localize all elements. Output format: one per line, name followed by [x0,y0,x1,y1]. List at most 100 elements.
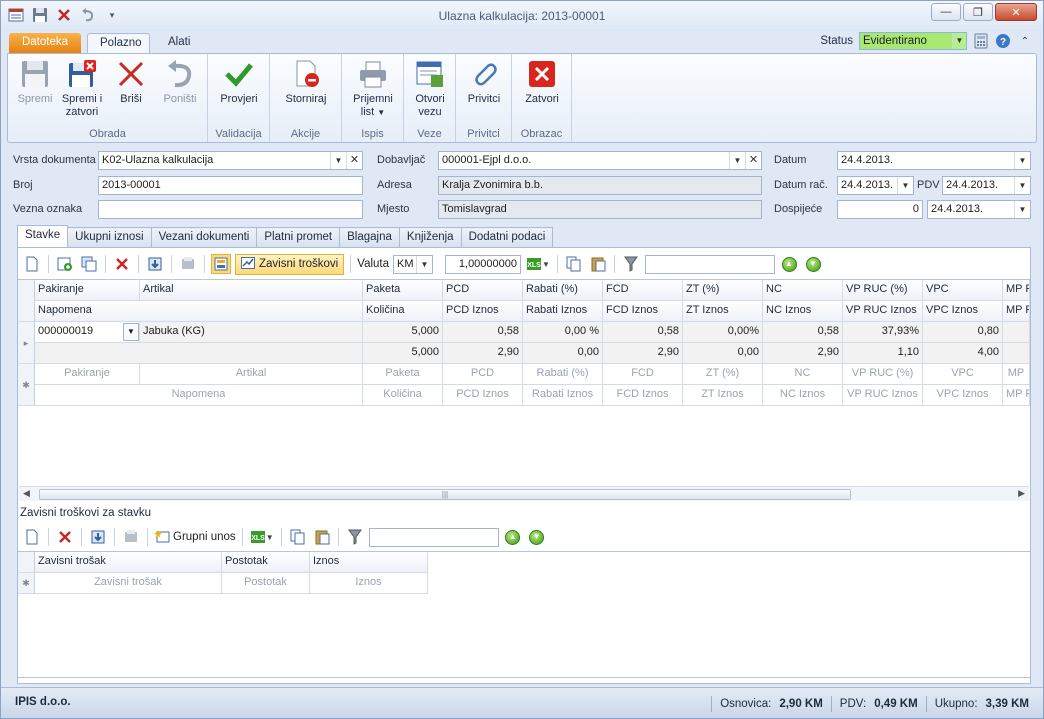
table-row-detail[interactable]: 5,000 2,90 0,00 2,90 0,00 2,90 1,10 4,00 [18,343,1030,364]
cell-vp-ruc-iznos[interactable]: 1,10 [843,343,923,364]
col-pcd-iznos[interactable]: PCD Iznos [443,301,523,322]
tab-vezani-dokumenti[interactable]: Vezani dokumenti [150,227,258,248]
cell-mp-ruc-iznos[interactable] [1003,343,1030,364]
tab-blagajna[interactable]: Blagajna [339,227,400,248]
ponisti-button[interactable]: Poništi [158,58,202,106]
spremi-button[interactable]: Spremi [14,58,56,106]
chevron-down-icon[interactable]: ▼ [1014,152,1030,169]
chevron-down-icon[interactable]: ▼ [330,152,346,169]
export-excel-icon[interactable]: XLS ▼ [525,254,551,274]
cell-vpc[interactable]: 0,80 [923,322,1003,343]
grupni-unos-button[interactable]: Grupni unos [154,529,236,546]
new-row-icon[interactable] [22,254,42,274]
col-kolicina[interactable]: Količina [363,301,443,322]
tab-dodatni-podaci[interactable]: Dodatni podaci [460,227,554,248]
close-button[interactable]: ✕ [995,3,1037,21]
cell-vpc-iznos[interactable]: 4,00 [923,343,1003,364]
col-vpc-iznos[interactable]: VPC Iznos [923,301,1003,322]
col-paketa[interactable]: Paketa [363,280,443,301]
col-pcd[interactable]: PCD [443,280,523,301]
otvori-vezu-button[interactable]: Otvori vezu [408,58,452,119]
vezna-oznaka-field[interactable] [98,200,363,219]
move-down-icon[interactable]: ▼ [803,254,823,274]
dospijece-days-field[interactable]: 0 [837,200,923,219]
spremi-i-zatvori-button[interactable]: Spremi i zatvori [58,58,106,119]
cell-zt-iznos[interactable]: 0,00 [683,343,763,364]
tab-knjizenja[interactable]: Knjiženja [398,227,462,248]
import-cost-icon[interactable] [88,527,108,547]
chevron-down-icon[interactable]: ▼ [123,323,139,341]
print-grid-icon[interactable] [178,254,198,274]
print-cost-icon[interactable] [121,527,141,547]
prijemni-list-button[interactable]: Prijemni list ▼ [348,58,398,119]
col-zt[interactable]: ZT (%) [683,280,763,301]
tab-platni-promet[interactable]: Platni promet [256,227,341,248]
new-item-row[interactable]: ✱ Pakiranje Artikal Paketa PCD Rabati (%… [18,364,1030,406]
add-row-icon[interactable] [55,254,75,274]
cell-rabati-iznos[interactable]: 0,00 [523,343,603,364]
datum-field[interactable]: 24.4.2013. ▼ [837,151,1031,170]
col-vpc[interactable]: VPC [923,280,1003,301]
filter-icon[interactable] [621,254,641,274]
cell-fcd-iznos[interactable]: 2,90 [603,343,683,364]
broj-field[interactable]: 2013-00001 [98,176,363,195]
cell-nc[interactable]: 0,58 [763,322,843,343]
cell-vp-ruc[interactable]: 37,93% [843,322,923,343]
vrsta-select[interactable]: K02-Ulazna kalkulacija ▼ ✕ [98,151,363,170]
col-pakiranje[interactable]: Pakiranje [35,280,140,301]
storniraj-button[interactable]: Storniraj [280,58,332,106]
dospijece-date-field[interactable]: 24.4.2013. ▼ [927,200,1031,219]
new-cost-icon[interactable] [22,527,42,547]
col-rabati[interactable]: Rabati (%) [523,280,603,301]
col-iznos[interactable]: Iznos [310,552,428,573]
col-napomena[interactable]: Napomena [35,301,363,322]
grid-horizontal-scrollbar[interactable]: ◀ ||| ▶ [19,486,1029,501]
tab-ukupni-iznosi[interactable]: Ukupni iznosi [67,227,152,248]
filter-cost-icon[interactable] [345,527,365,547]
cell-kolicina[interactable]: 5,000 [363,343,443,364]
cell-zt[interactable]: 0,00% [683,322,763,343]
tab-stavke[interactable]: Stavke [17,225,69,248]
chevron-down-icon[interactable]: ▼ [1014,177,1030,194]
new-item-row-detail[interactable]: Napomena Količina PCD Iznos Rabati Iznos… [18,385,1030,406]
col-vp-ruc[interactable]: VP RUC (%) [843,280,923,301]
tecaj-field[interactable]: 1,00000000 [445,254,522,274]
pdv-date-field[interactable]: 24.4.2013. ▼ [942,176,1031,195]
scroll-right-icon[interactable]: ▶ [1018,488,1025,499]
paste-cost-icon[interactable] [312,527,332,547]
col-mp-ruc[interactable]: MP R [1003,280,1030,301]
cell-fcd[interactable]: 0,58 [603,322,683,343]
col-zavisni-trosak[interactable]: Zavisni trošak [35,552,222,573]
zavisni-troskovi-button[interactable]: Zavisni troškovi [235,253,345,275]
col-postotak[interactable]: Postotak [222,552,310,573]
collapse-ribbon-icon[interactable]: ⌃ [1017,33,1033,49]
delete-cost-icon[interactable] [55,527,75,547]
cell-mp-ruc[interactable] [1003,322,1030,343]
chevron-down-icon[interactable]: ▼ [1014,201,1030,218]
move-up-icon[interactable]: ▲ [779,254,799,274]
chevron-down-icon[interactable]: ▼ [416,255,432,273]
tab-polazno[interactable]: Polazno [87,33,150,54]
privitci-button[interactable]: Privitci [462,58,506,106]
move-down-cost-icon[interactable]: ▼ [527,527,547,547]
table-row[interactable]: ▸ 000000019 ▼ Jabuka (KG) 5,000 0,58 0,0… [18,322,1030,364]
col-nc-iznos[interactable]: NC Iznos [763,301,843,322]
tab-alati[interactable]: Alati [156,33,202,54]
cell-rabati[interactable]: 0,00 % [523,322,603,343]
tab-datoteka[interactable]: Datoteka [9,33,81,54]
move-up-cost-icon[interactable]: ▲ [503,527,523,547]
copy-icon[interactable] [564,254,584,274]
cell-pcd[interactable]: 0,58 [443,322,523,343]
scroll-thumb[interactable]: ||| [39,489,851,500]
dobavljac-select[interactable]: 000001-Ejpl d.o.o. ▼ ✕ [438,151,762,170]
provjeri-button[interactable]: Provjeri [216,58,262,106]
clear-icon[interactable]: ✕ [745,152,761,169]
brisi-button[interactable]: Briši [112,58,150,106]
help-icon[interactable]: ? [995,33,1011,49]
cell-napomena[interactable] [35,343,363,364]
col-zt-iznos[interactable]: ZT Iznos [683,301,763,322]
copy-row-icon[interactable] [79,254,99,274]
chevron-down-icon[interactable]: ▼ [897,177,913,194]
pakiranje-combo[interactable]: 000000019 ▼ [35,322,140,343]
col-nc[interactable]: NC [763,280,843,301]
